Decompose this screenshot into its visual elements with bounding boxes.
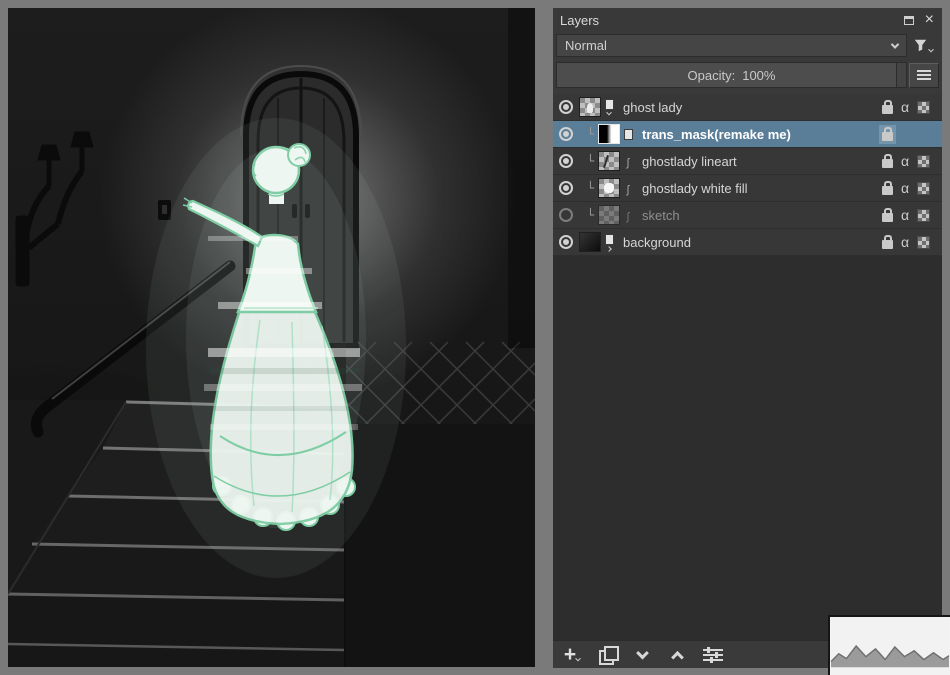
layer-thumbnail[interactable] <box>598 205 620 225</box>
layer-thumbnail[interactable] <box>598 178 620 198</box>
properties-icon <box>703 647 723 663</box>
tree-branch-icon <box>583 181 598 195</box>
lock-icon[interactable] <box>882 240 893 249</box>
alpha-icon[interactable] <box>901 100 909 115</box>
chevron-down-icon <box>928 47 934 53</box>
eye-icon[interactable] <box>559 127 573 141</box>
opacity-value: 100% <box>742 68 775 83</box>
panel-title: Layers <box>560 13 904 28</box>
eye-icon[interactable] <box>559 181 573 195</box>
move-layer-down-button[interactable] <box>633 644 651 666</box>
layer-thumbnail[interactable] <box>579 97 601 117</box>
eye-icon[interactable] <box>559 235 573 249</box>
inherit-alpha-icon[interactable] <box>917 182 930 195</box>
layer-thumbnail[interactable] <box>598 151 620 171</box>
layer-menu-button[interactable] <box>909 63 939 88</box>
application-window: Layers Normal Opacity: 100% <box>0 0 950 675</box>
layer-properties-button[interactable] <box>703 644 723 666</box>
layer-name: ghostlady lineart <box>642 154 882 169</box>
float-panel-icon[interactable] <box>904 16 914 25</box>
close-panel-icon[interactable] <box>925 12 934 28</box>
layer-thumbnail[interactable] <box>579 232 601 252</box>
eye-icon[interactable] <box>559 208 573 222</box>
inherit-alpha-icon[interactable] <box>917 236 930 249</box>
funnel-icon <box>913 38 928 53</box>
expand-chevron-icon[interactable] <box>606 246 612 252</box>
add-layer-button[interactable] <box>563 644 581 666</box>
alpha-icon[interactable] <box>901 181 909 196</box>
lock-icon[interactable] <box>882 186 893 195</box>
layer-row-ghostlady-lineart[interactable]: ghostlady lineart <box>553 148 942 175</box>
tree-branch-icon <box>583 127 598 141</box>
chevron-up-icon <box>671 651 684 664</box>
layer-name: ghostlady white fill <box>642 181 882 196</box>
layer-name: trans_mask(remake me) <box>642 127 882 142</box>
chevron-down-icon <box>575 655 581 661</box>
lock-icon[interactable] <box>882 159 893 168</box>
chevron-down-icon <box>636 647 649 660</box>
wall-sconce-icon <box>16 132 93 286</box>
alpha-icon[interactable] <box>901 208 909 223</box>
canvas-viewport[interactable] <box>8 8 535 667</box>
eye-icon[interactable] <box>559 154 573 168</box>
layer-row-sketch[interactable]: sketch <box>553 202 942 229</box>
hamburger-icon <box>917 68 931 82</box>
layer-row-background[interactable]: background <box>553 229 942 256</box>
inherit-alpha-icon[interactable] <box>917 209 930 222</box>
filter-layers-button[interactable] <box>907 34 939 57</box>
inherit-alpha-icon[interactable] <box>917 155 930 168</box>
chevron-down-icon <box>891 40 899 48</box>
lock-icon[interactable] <box>882 132 893 141</box>
layer-list[interactable]: ghost lady trans_mask(remake me) <box>553 94 942 640</box>
mask-curl-icon <box>627 154 629 169</box>
canvas-artwork <box>8 8 535 667</box>
slider-end-cap[interactable] <box>896 63 906 87</box>
tree-branch-icon <box>583 154 598 168</box>
mask-curl-icon <box>627 181 629 196</box>
layer-name: background <box>623 235 882 250</box>
opacity-slider[interactable]: Opacity: 100% <box>556 62 907 88</box>
alpha-icon[interactable] <box>901 154 909 169</box>
duplicate-icon <box>599 646 616 663</box>
page-icon <box>605 99 614 110</box>
layer-row-trans-mask[interactable]: trans_mask(remake me) <box>553 121 942 148</box>
inherit-alpha-icon[interactable] <box>917 101 930 114</box>
overview-thumbnail <box>830 617 950 675</box>
alpha-icon[interactable] <box>901 235 909 250</box>
tree-branch-icon <box>583 208 598 222</box>
blend-mode-value: Normal <box>565 38 607 53</box>
layer-name: sketch <box>642 208 882 223</box>
layer-row-ghost-lady[interactable]: ghost lady <box>553 94 942 121</box>
layer-name: ghost lady <box>623 100 882 115</box>
blend-mode-dropdown[interactable]: Normal <box>556 34 907 57</box>
layer-thumbnail[interactable] <box>598 124 620 144</box>
collapse-chevron-icon[interactable] <box>606 110 612 116</box>
mask-curl-icon <box>627 208 629 223</box>
page-icon <box>624 129 633 140</box>
overview-popup[interactable] <box>828 615 950 675</box>
page-icon <box>605 234 614 245</box>
plus-icon <box>564 645 576 665</box>
lock-icon[interactable] <box>882 213 893 222</box>
duplicate-layer-button[interactable] <box>598 644 616 666</box>
ghost-figure <box>146 118 406 578</box>
layer-row-ghostlady-white-fill[interactable]: ghostlady white fill <box>553 175 942 202</box>
lock-icon[interactable] <box>882 105 893 114</box>
opacity-label: Opacity: <box>688 68 736 83</box>
eye-icon[interactable] <box>559 100 573 114</box>
layers-panel: Layers Normal Opacity: 100% <box>553 8 942 668</box>
move-layer-up-button[interactable] <box>668 644 686 666</box>
panel-titlebar[interactable]: Layers <box>553 8 942 32</box>
light-switch <box>158 200 171 220</box>
